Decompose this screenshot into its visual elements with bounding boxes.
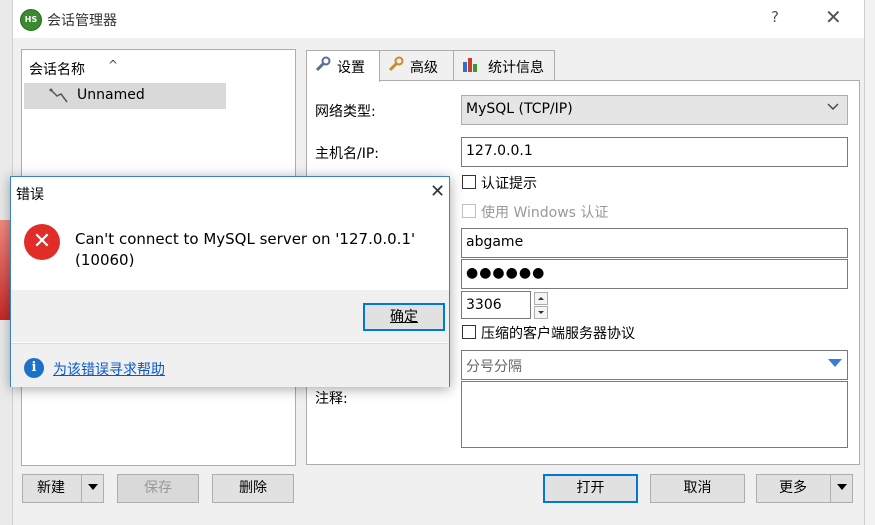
error-help-link[interactable]: 为该错误寻求帮助 bbox=[53, 359, 165, 379]
new-dropdown-arrow-icon[interactable] bbox=[81, 475, 103, 502]
help-button[interactable]: ? bbox=[771, 8, 779, 26]
more-dropdown-arrow-icon[interactable] bbox=[830, 475, 852, 502]
app-logo-icon: HS bbox=[20, 9, 42, 31]
open-button[interactable]: 打开 bbox=[543, 474, 638, 503]
network-type-label: 网络类型: bbox=[315, 104, 376, 120]
error-message-line2: (10060) bbox=[75, 251, 135, 269]
tab-statistics[interactable]: 统计信息 bbox=[453, 50, 555, 81]
close-icon[interactable]: ✕ bbox=[430, 181, 445, 202]
error-message-line1: Can't connect to MySQL server on '127.0.… bbox=[75, 230, 416, 248]
title-bar: HS 会话管理器 ? ✕ bbox=[13, 0, 864, 38]
ok-button[interactable]: 确定 bbox=[363, 303, 445, 331]
compress-protocol-checkbox[interactable] bbox=[462, 325, 476, 339]
chevron-down-icon bbox=[827, 100, 839, 116]
port-input[interactable]: 3306 bbox=[461, 291, 531, 319]
password-input[interactable]: ●●●●●● bbox=[461, 259, 848, 289]
database-combo[interactable]: 分号分隔 bbox=[461, 350, 848, 380]
dropdown-triangle-icon bbox=[827, 357, 843, 373]
sort-ascending-icon: ^ bbox=[108, 58, 119, 72]
host-input[interactable]: 127.0.0.1 bbox=[461, 137, 848, 167]
compress-protocol-label: 压缩的客户端服务器协议 bbox=[481, 326, 635, 342]
tab-advanced-label: 高级 bbox=[410, 60, 438, 76]
tree-item-unnamed[interactable]: Unnamed bbox=[24, 83, 226, 109]
save-button[interactable]: 保存 bbox=[117, 474, 199, 503]
window-title: 会话管理器 bbox=[47, 13, 117, 29]
error-dialog-title: 错误 bbox=[16, 187, 44, 203]
database-value: 分号分隔 bbox=[466, 359, 522, 375]
windows-auth-checkbox[interactable] bbox=[462, 204, 476, 218]
auth-prompt-label: 认证提示 bbox=[481, 176, 537, 192]
network-type-select[interactable]: MySQL (TCP/IP) bbox=[461, 95, 848, 125]
wrench-icon bbox=[315, 56, 331, 76]
network-type-value: MySQL (TCP/IP) bbox=[466, 101, 573, 117]
comment-label: 注释: bbox=[315, 391, 348, 407]
port-decrement-button[interactable] bbox=[534, 306, 548, 319]
cancel-button[interactable]: 取消 bbox=[650, 474, 745, 503]
comment-textarea[interactable] bbox=[461, 381, 848, 448]
more-button[interactable]: 更多 bbox=[756, 474, 853, 503]
tab-advanced[interactable]: 高级 bbox=[379, 50, 454, 81]
host-label: 主机名/IP: bbox=[315, 146, 380, 162]
user-input[interactable]: abgame bbox=[461, 228, 848, 258]
error-message: Can't connect to MySQL server on '127.0.… bbox=[75, 229, 415, 271]
session-label: Unnamed bbox=[77, 87, 145, 103]
session-name-column-label: 会话名称 bbox=[29, 62, 85, 78]
windows-auth-label: 使用 Windows 认证 bbox=[481, 205, 609, 221]
auth-prompt-checkbox[interactable] bbox=[462, 175, 476, 189]
new-button-label: 新建 bbox=[37, 480, 65, 496]
tab-statistics-label: 统计信息 bbox=[488, 60, 544, 76]
new-button[interactable]: 新建 bbox=[22, 474, 104, 503]
info-icon: i bbox=[24, 358, 44, 378]
wrench-icon bbox=[388, 56, 404, 76]
tab-settings[interactable]: 设置 bbox=[306, 50, 380, 82]
error-dialog: 错误 ✕ ✕ Can't connect to MySQL server on … bbox=[10, 176, 450, 387]
tree-column-header[interactable]: 会话名称 ^ bbox=[22, 50, 295, 82]
more-button-label: 更多 bbox=[779, 480, 807, 496]
delete-button[interactable]: 删除 bbox=[212, 474, 294, 503]
tab-settings-label: 设置 bbox=[337, 60, 365, 76]
port-increment-button[interactable] bbox=[534, 292, 548, 305]
connection-icon bbox=[49, 88, 69, 108]
error-icon: ✕ bbox=[24, 224, 60, 260]
close-icon[interactable]: ✕ bbox=[825, 5, 842, 29]
bar-chart-icon bbox=[462, 56, 480, 76]
